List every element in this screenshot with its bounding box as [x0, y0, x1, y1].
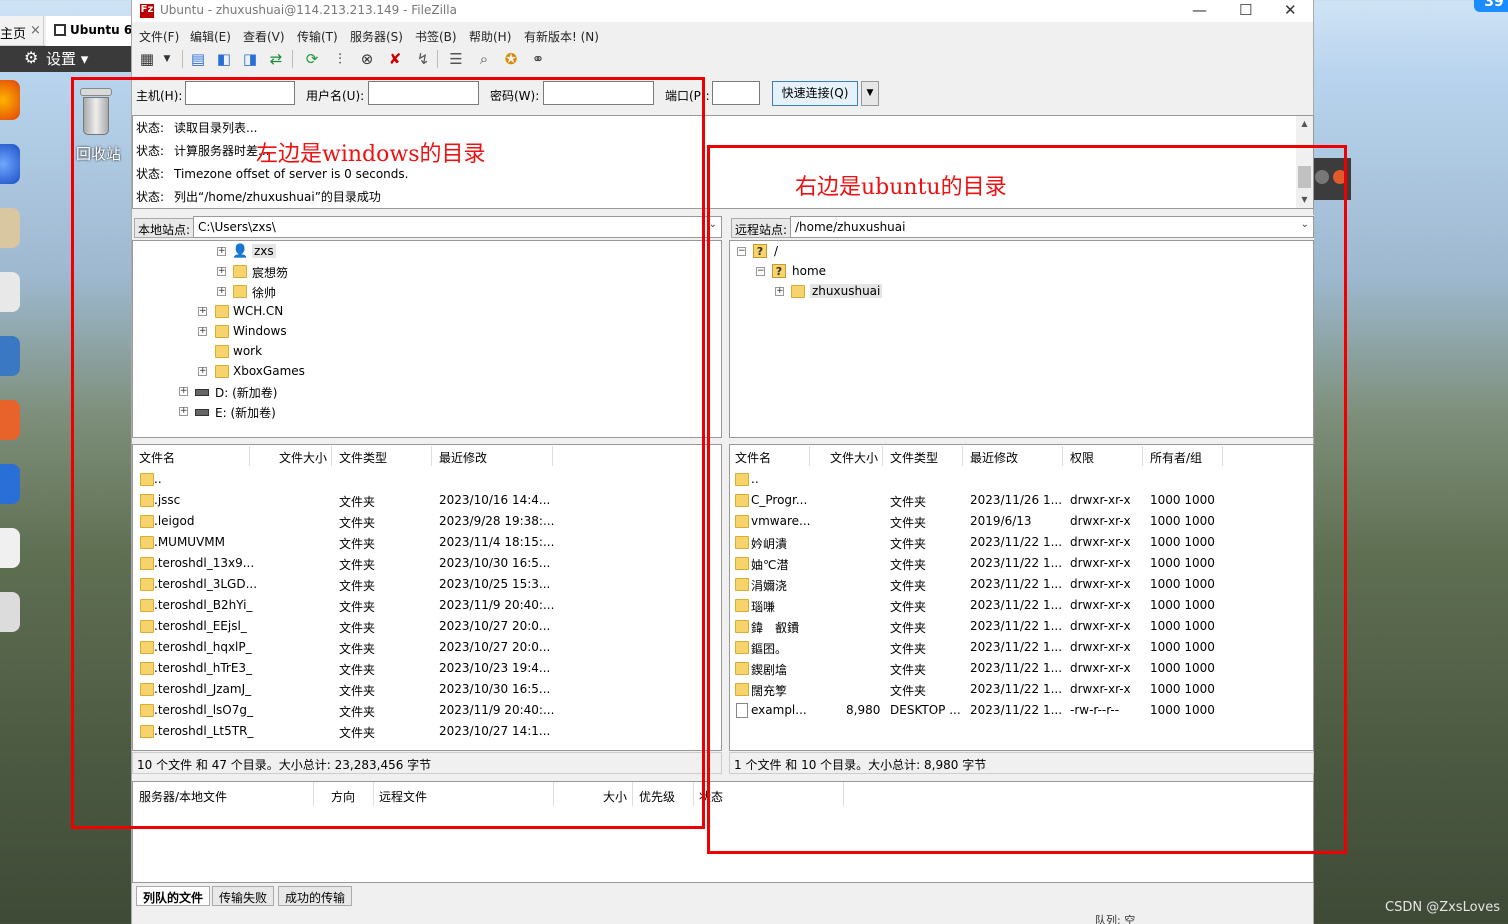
queue-tabs: 列队的文件 传输失败 成功的传输 — [132, 884, 1313, 908]
site-manager-dropdown-icon[interactable]: ▼ — [157, 49, 177, 69]
maximize-button[interactable]: ☐ — [1239, 1, 1252, 19]
menu-transfer[interactable]: 传输(T) — [297, 28, 338, 45]
toolbar: ▦ ▼ ▤ ◧ ◨ ⇄ ⟳ ⫶ ⊗ ✘ ↯ ☰ ⌕ ✪ ⚭ — [132, 46, 1313, 72]
toggle-log-icon[interactable]: ▤ — [188, 49, 208, 69]
software-icon[interactable] — [0, 400, 20, 440]
menu-edit[interactable]: 编辑(E) — [190, 28, 231, 45]
toggle-local-tree-icon[interactable]: ◧ — [214, 49, 234, 69]
rhythmbox-icon[interactable] — [0, 272, 20, 312]
close-icon[interactable]: × — [30, 23, 41, 38]
annotation-left-text: 左边是windows的目录 — [256, 142, 486, 167]
settings-label: 设置 ▾ — [46, 50, 89, 68]
background-tab-home-label: 主页 — [0, 27, 27, 42]
toggle-remote-tree-icon[interactable]: ◨ — [240, 49, 260, 69]
sync-browse-icon[interactable]: ✪ — [501, 49, 521, 69]
background-tab-home[interactable]: 主页 × — [0, 16, 44, 46]
minimize-button[interactable]: — — [1192, 1, 1207, 19]
help-icon[interactable] — [0, 464, 20, 504]
background-tab-ubuntu[interactable]: Ubuntu 64 — [46, 16, 131, 46]
annotation-right-box — [707, 145, 1347, 854]
menu-new-version[interactable]: 有新版本! (N) — [524, 28, 599, 45]
queue-status-text: 队列: 空 — [1095, 914, 1136, 924]
files-icon[interactable] — [0, 208, 20, 248]
disconnect-icon[interactable]: ✘ — [385, 49, 405, 69]
close-button[interactable]: ✕ — [1284, 1, 1297, 19]
background-browser-tabbar: 主页× Ubuntu 64 — [0, 16, 131, 46]
binoculars-icon[interactable]: ⚭ — [528, 49, 548, 69]
search-icon[interactable]: ⌕ — [474, 49, 494, 69]
vm-icon — [54, 24, 66, 36]
quickconnect-button[interactable]: 快速连接(Q) — [772, 81, 858, 106]
writer-icon[interactable] — [0, 336, 20, 376]
background-settings-menu[interactable]: ⚙ 设置 ▾ — [0, 46, 131, 72]
tab-successful-transfers[interactable]: 成功的传输 — [278, 886, 353, 906]
menu-view[interactable]: 查看(V) — [243, 28, 285, 45]
refresh-icon[interactable]: ⟳ — [302, 49, 322, 69]
site-manager-icon[interactable]: ▦ — [137, 49, 157, 69]
gear-icon: ⚙ — [24, 48, 39, 67]
tab-failed-transfers[interactable]: 传输失败 — [212, 886, 275, 906]
scroll-up-icon[interactable]: ▲ — [1296, 116, 1313, 132]
amazon-icon[interactable] — [0, 528, 20, 568]
notification-badge: 39 — [1474, 0, 1508, 12]
title-bar: Fz Ubuntu - zhuxushuai@114.213.213.149 -… — [132, 0, 1313, 22]
tab-queued-files[interactable]: 列队的文件 — [136, 886, 211, 906]
cancel-icon[interactable]: ⊗ — [357, 49, 377, 69]
menu-bar: 文件(F) 编辑(E) 查看(V) 传输(T) 服务器(S) 书签(B) 帮助(… — [132, 25, 1313, 45]
firefox-icon[interactable] — [0, 80, 20, 120]
menu-server[interactable]: 服务器(S) — [350, 28, 403, 45]
menu-help[interactable]: 帮助(H) — [469, 28, 511, 45]
directory-compare-icon[interactable]: ☰ — [446, 49, 466, 69]
toggle-queue-icon[interactable]: ⇄ — [266, 49, 286, 69]
quickconnect-dropdown-icon[interactable]: ▼ — [861, 81, 879, 106]
background-tab-ubuntu-label: Ubuntu 64 — [70, 23, 131, 37]
watermark: CSDN @ZxsLoves — [1385, 900, 1501, 915]
thunderbird-icon[interactable] — [0, 144, 20, 184]
reconnect-icon[interactable]: ↯ — [413, 49, 433, 69]
port-input[interactable] — [712, 81, 760, 105]
bottom-status-bar: 队列: 空 — [132, 910, 1313, 924]
annotation-left-box — [71, 77, 705, 829]
annotation-right-text: 右边是ubuntu的目录 — [795, 175, 1007, 200]
menu-file[interactable]: 文件(F) — [139, 28, 179, 45]
menu-bookmarks[interactable]: 书签(B) — [415, 28, 457, 45]
filter-icon[interactable]: ⫶ — [330, 49, 350, 69]
window-title: Ubuntu - zhuxushuai@114.213.213.149 - Fi… — [160, 3, 457, 17]
filezilla-logo-icon: Fz — [140, 4, 154, 18]
settings-app-icon[interactable] — [0, 592, 20, 632]
